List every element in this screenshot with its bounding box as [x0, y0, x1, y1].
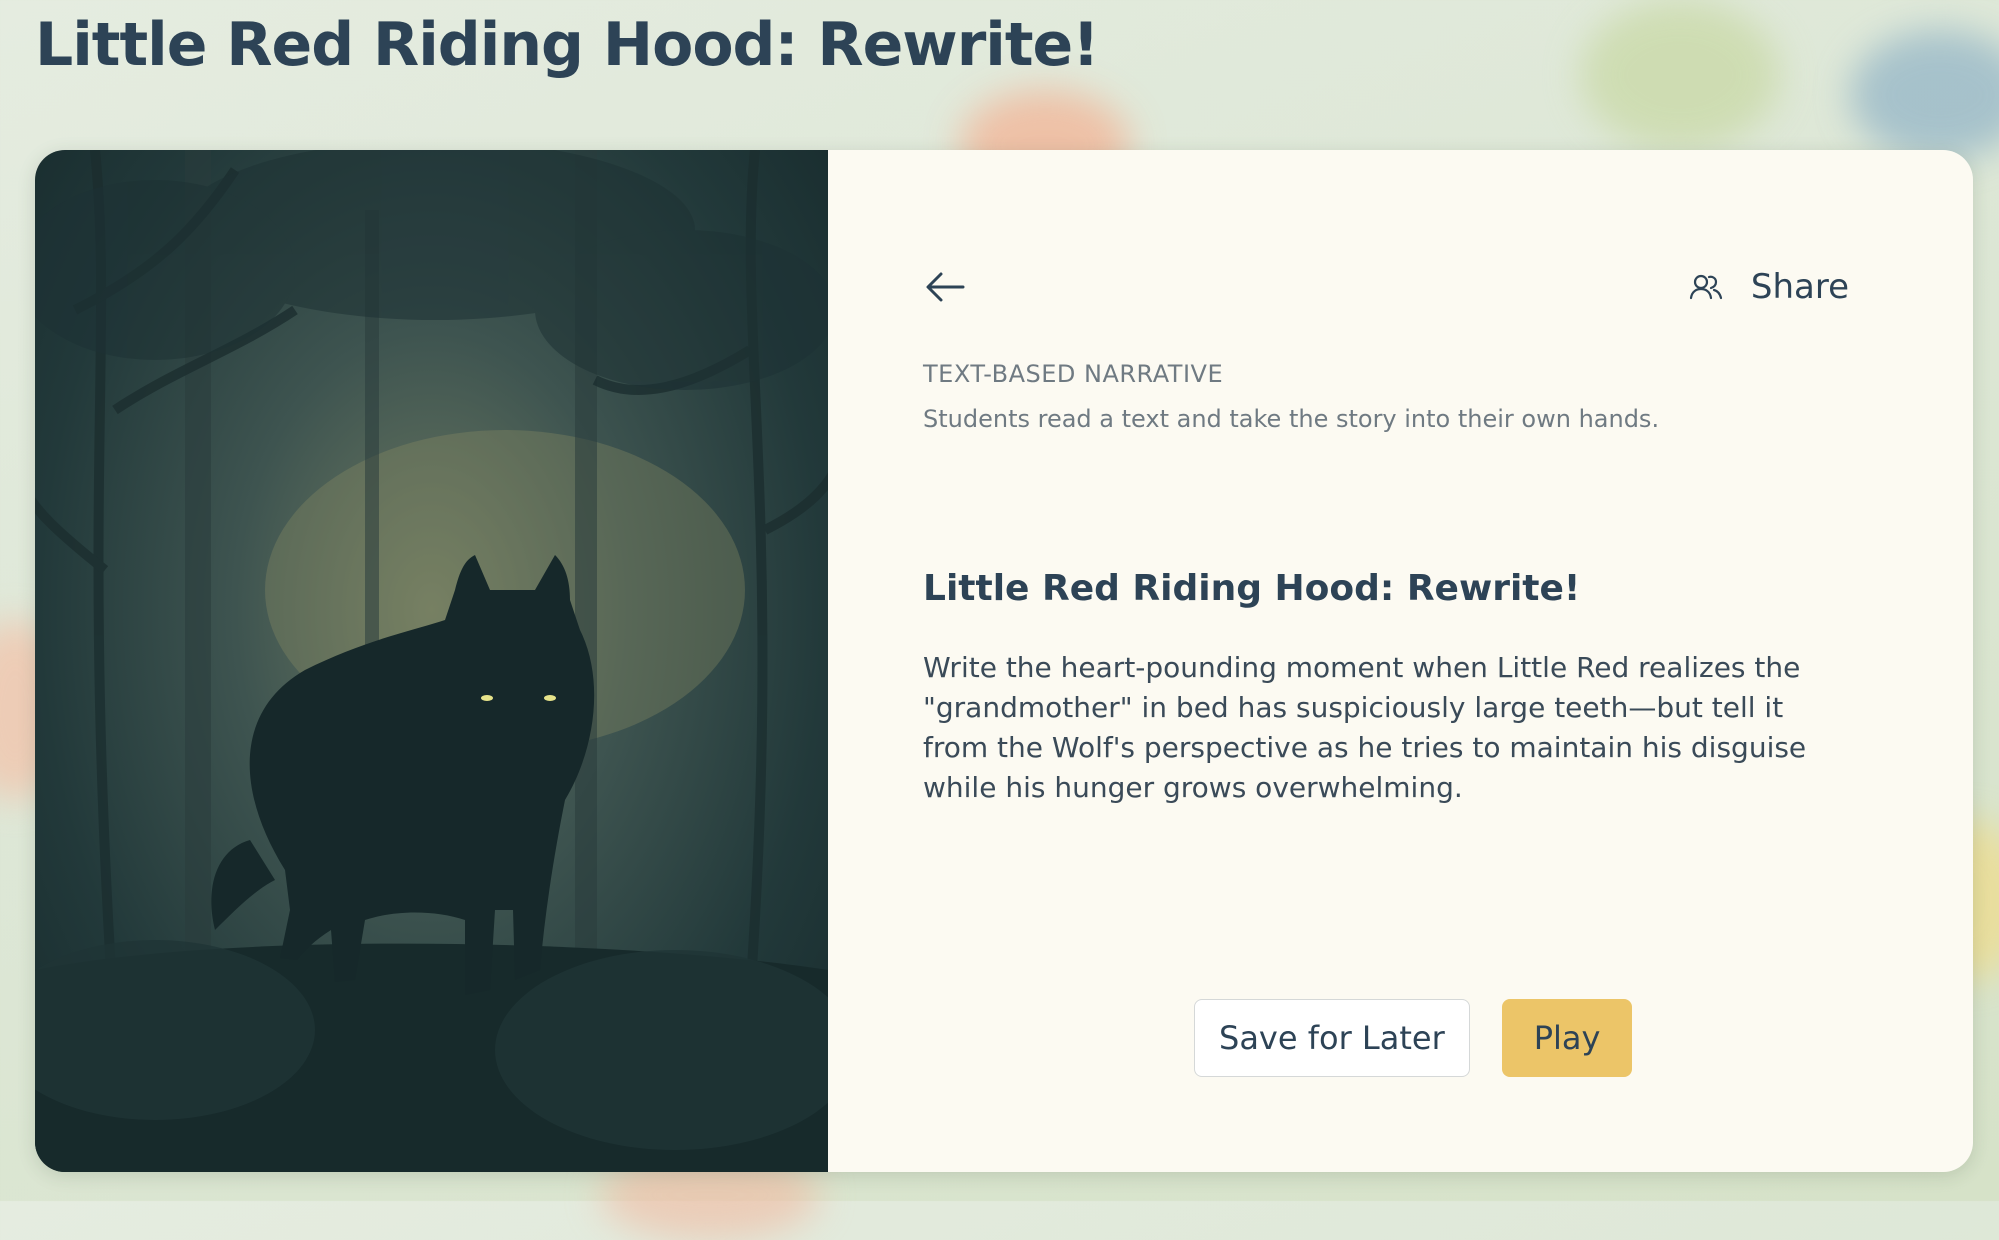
- background-flower-blob: [1850, 30, 1999, 160]
- play-button[interactable]: Play: [1501, 999, 1633, 1077]
- background-leaf-blob: [1580, 0, 1780, 150]
- activity-type-description: Students read a text and take the story …: [923, 405, 1660, 433]
- activity-description: Write the heart-pounding moment when Lit…: [923, 651, 1807, 804]
- activity-details-panel: Share TEXT-BASED NARRATIVE Students read…: [828, 150, 1973, 1172]
- activity-type-label: TEXT-BASED NARRATIVE: [923, 360, 1224, 388]
- arrow-left-icon: [926, 272, 965, 302]
- share-label: Share: [1750, 267, 1849, 307]
- save-for-later-button[interactable]: Save for Later: [1194, 999, 1470, 1077]
- back-button[interactable]: [923, 265, 967, 309]
- activity-title: Little Red Riding Hood: Rewrite!: [923, 568, 1581, 609]
- share-button[interactable]: Share: [1689, 262, 1849, 312]
- people-icon: [1689, 274, 1722, 300]
- page-title: Little Red Riding Hood: Rewrite!: [35, 10, 1100, 80]
- activity-illustration: [35, 150, 828, 1172]
- action-buttons: Save for Later Play: [1194, 999, 1633, 1077]
- wolf-forest-illustration: [35, 150, 828, 1172]
- activity-card: Share TEXT-BASED NARRATIVE Students read…: [35, 150, 1973, 1172]
